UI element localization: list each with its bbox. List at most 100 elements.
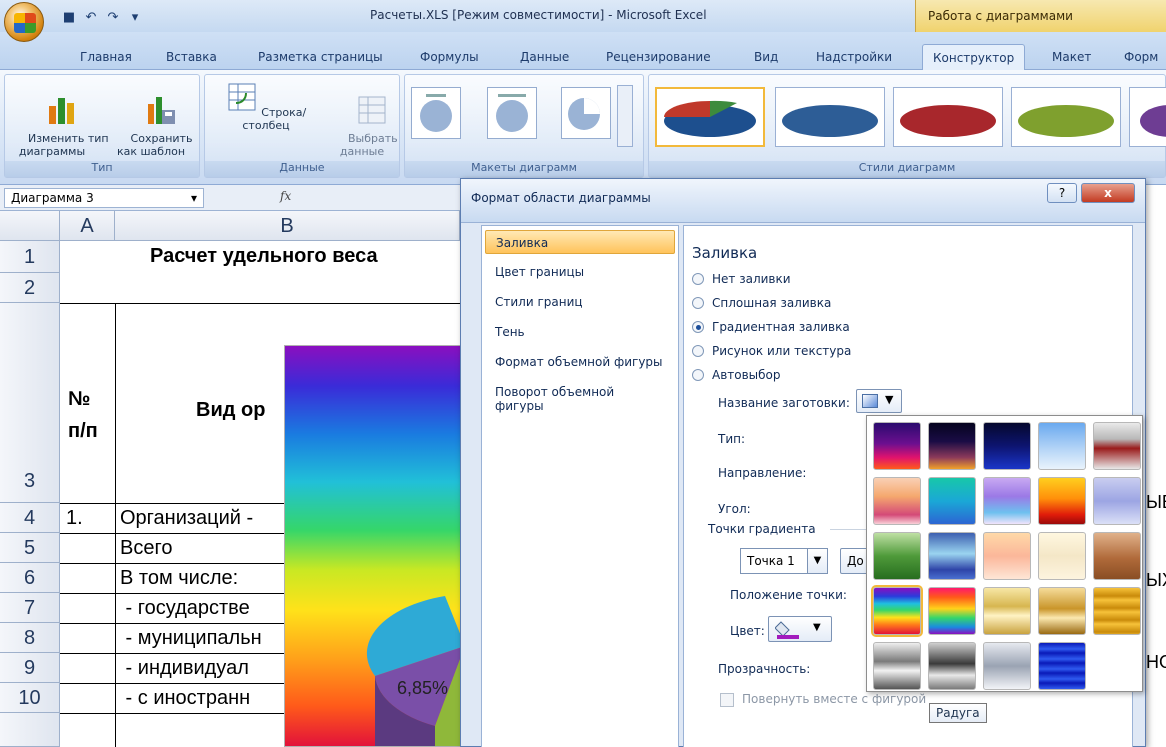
row-header[interactable]: 6 [0, 563, 60, 593]
solid-fill-radio[interactable]: Сплошная заливка [692, 296, 831, 310]
tab-page-layout[interactable]: Разметка страницы [258, 50, 383, 64]
row-header[interactable]: 1 [0, 241, 60, 273]
style-thumb-3[interactable] [893, 87, 1003, 147]
select-all-corner[interactable] [0, 211, 60, 241]
style-thumb-2[interactable] [775, 87, 885, 147]
preset-dropdown[interactable]: ▼ [856, 389, 902, 413]
gradient-preset[interactable] [1093, 587, 1141, 635]
tab-data[interactable]: Данные [520, 50, 569, 64]
save-icon[interactable]: ■ [60, 10, 78, 25]
function-icon[interactable]: fx [280, 189, 291, 203]
cell-a4[interactable]: 1. [66, 507, 83, 530]
sheet-title-cell[interactable]: Расчет удельного веса [150, 245, 378, 268]
cell-b7[interactable]: - государстве [120, 597, 284, 620]
row-header[interactable]: 9 [0, 653, 60, 683]
customize-qat-icon[interactable]: ▾ [126, 10, 144, 25]
row-header[interactable]: 7 [0, 593, 60, 623]
gradient-preset[interactable] [928, 422, 976, 470]
gradient-preset[interactable] [983, 532, 1031, 580]
select-data-button[interactable]: Выбрать данные [327, 81, 398, 171]
row-header[interactable]: 8 [0, 623, 60, 653]
layout-thumb-3[interactable] [561, 87, 611, 139]
tab-insert[interactable]: Вставка [166, 50, 217, 64]
gradient-preset[interactable] [1038, 477, 1086, 525]
gradient-preset[interactable] [1038, 422, 1086, 470]
gradient-preset[interactable] [983, 477, 1031, 525]
automatic-fill-radio[interactable]: Автовыбор [692, 368, 781, 382]
name-box[interactable]: Диаграмма 3 ▾ [4, 188, 204, 208]
cell-b10[interactable]: - с иностранн [120, 687, 284, 710]
close-button[interactable]: x [1081, 183, 1135, 203]
stop-select[interactable]: Точка 1 ▼ [740, 548, 828, 574]
gradient-preset[interactable] [1038, 642, 1086, 690]
cell-b9[interactable]: - индивидуал [120, 657, 284, 680]
style-thumb-4[interactable] [1011, 87, 1121, 147]
gradient-preset[interactable] [873, 422, 921, 470]
gradient-preset[interactable] [983, 587, 1031, 635]
row-header[interactable]: 10 [0, 683, 60, 713]
nav-item-border-styles[interactable]: Стили границ [485, 290, 675, 314]
style-thumb-1[interactable] [655, 87, 765, 147]
nav-item-3d-rotation[interactable]: Поворот объемной фигуры [485, 380, 675, 413]
header-number-cell[interactable]: № п/п [68, 383, 98, 447]
change-chart-type-button[interactable]: Изменить тип диаграммы [7, 81, 109, 171]
gradient-preset[interactable] [983, 422, 1031, 470]
redo-icon[interactable]: ↷ [104, 10, 122, 25]
row-header[interactable]: 4 [0, 503, 60, 533]
gradient-preset[interactable] [1093, 422, 1141, 470]
undo-icon[interactable]: ↶ [82, 10, 100, 25]
layouts-scroll[interactable] [617, 85, 633, 147]
gradient-preset[interactable] [928, 587, 976, 635]
tab-layout[interactable]: Макет [1052, 50, 1091, 64]
cell-b4[interactable]: Организаций - [120, 507, 284, 530]
gradient-preset[interactable] [928, 532, 976, 580]
gradient-preset[interactable] [873, 642, 921, 690]
layout-thumb-2[interactable] [487, 87, 537, 139]
column-header-a[interactable]: A [60, 211, 115, 241]
gradient-preset[interactable] [1093, 477, 1141, 525]
tab-home[interactable]: Главная [80, 50, 132, 64]
nav-item-fill[interactable]: Заливка [485, 230, 675, 254]
row-header[interactable]: 2 [0, 273, 60, 303]
nav-item-border-color[interactable]: Цвет границы [485, 260, 675, 284]
gradient-preset[interactable] [1093, 532, 1141, 580]
save-template-button[interactable]: Сохранить как шаблон [105, 81, 197, 171]
column-header-b[interactable]: B [115, 211, 460, 241]
no-fill-radio[interactable]: Нет заливки [692, 272, 791, 286]
gradient-preset[interactable] [1038, 532, 1086, 580]
gradient-preset[interactable] [983, 642, 1031, 690]
gradient-preset[interactable] [873, 532, 921, 580]
cell-b5[interactable]: Всего [120, 537, 172, 560]
switch-row-column-button[interactable]: Строка/столбец [211, 81, 321, 132]
office-button[interactable] [4, 2, 44, 42]
color-picker-button[interactable]: ▼ [768, 616, 832, 642]
chart-area[interactable]: 6,85% [284, 345, 464, 747]
rotate-with-shape-checkbox[interactable] [720, 693, 734, 707]
row-header[interactable]: 5 [0, 533, 60, 563]
tab-formulas[interactable]: Формулы [420, 50, 479, 64]
picture-fill-radio[interactable]: Рисунок или текстура [692, 344, 851, 358]
tab-format[interactable]: Форм [1124, 50, 1158, 64]
gradient-preset-rainbow[interactable] [873, 587, 921, 635]
gradient-preset[interactable] [928, 477, 976, 525]
help-button[interactable]: ? [1047, 183, 1077, 203]
gradient-preset[interactable] [873, 477, 921, 525]
tab-review[interactable]: Рецензирование [606, 50, 711, 64]
gradient-preset[interactable] [928, 642, 976, 690]
row-header[interactable]: 3 [0, 303, 60, 503]
tab-design[interactable]: Конструктор [922, 44, 1026, 70]
gradient-fill-radio[interactable]: Градиентная заливка [692, 320, 850, 334]
tab-addins[interactable]: Надстройки [816, 50, 892, 64]
header-kind-cell[interactable]: Вид ор [196, 399, 265, 422]
nav-item-shadow[interactable]: Тень [485, 320, 675, 344]
chevron-down-icon[interactable]: ▾ [191, 191, 197, 205]
chevron-down-icon[interactable]: ▼ [807, 549, 827, 573]
cell-b8[interactable]: - муниципальн [120, 627, 284, 650]
data-label[interactable]: 6,85% [397, 678, 448, 699]
gradient-preset[interactable] [1038, 587, 1086, 635]
tab-view[interactable]: Вид [754, 50, 778, 64]
cell-b6[interactable]: В том числе: [120, 567, 238, 590]
nav-item-3d-format[interactable]: Формат объемной фигуры [485, 350, 675, 374]
layout-thumb-1[interactable] [411, 87, 461, 139]
style-thumb-5[interactable] [1129, 87, 1166, 147]
